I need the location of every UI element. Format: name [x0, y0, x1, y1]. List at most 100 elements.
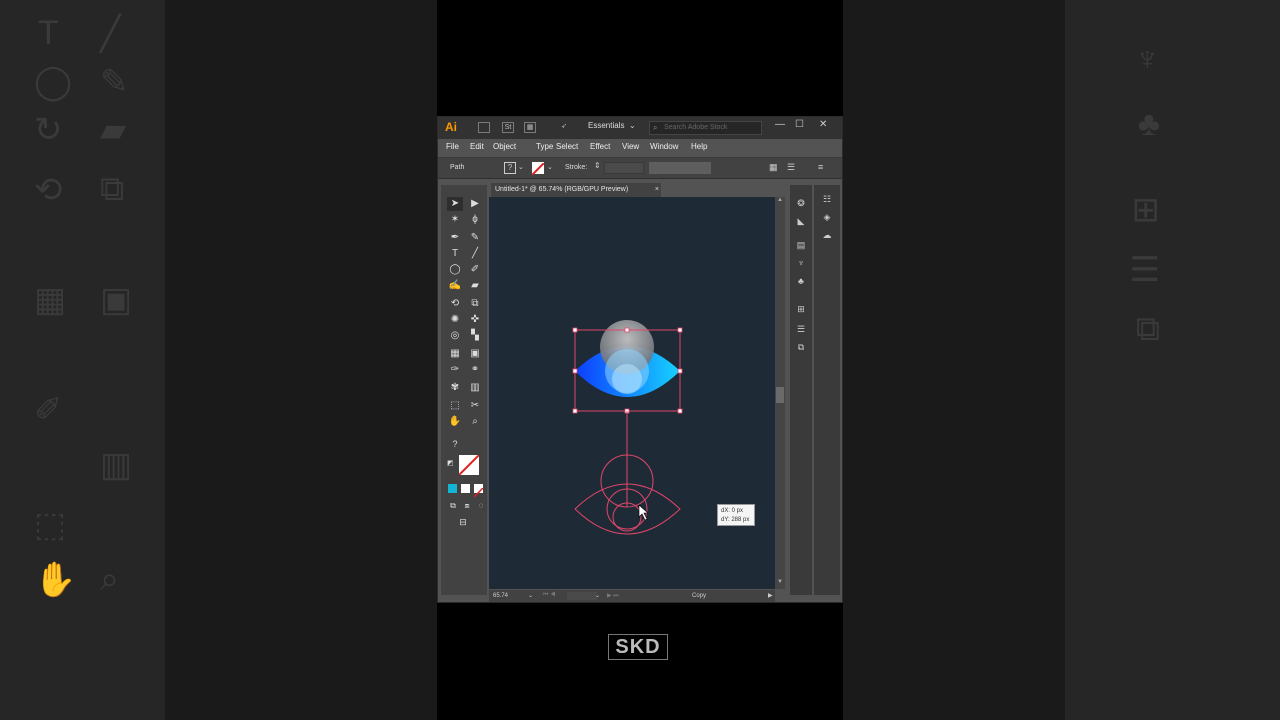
stroke-stepper-icon[interactable]: ⇕ — [594, 161, 601, 170]
zoom-level[interactable]: 65.74 — [493, 593, 508, 599]
tooltip-dx: dX: 0 px — [721, 508, 744, 514]
image-trace-icon[interactable]: ▤ — [794, 239, 808, 251]
fill-stroke-default-label: ? — [452, 439, 458, 449]
status-bar: 65.74 ⌄ ⏮ ◀ ⌄ ▶ ⏭ Copy ▶ — [489, 590, 775, 602]
maximize-icon[interactable]: ☐ — [795, 119, 804, 130]
stroke-panel-icon[interactable]: ◣ — [794, 215, 808, 227]
shape-builder-tool-icon[interactable]: ◎ — [447, 329, 463, 343]
document-tab[interactable]: Untitled-1* @ 65.74% (RGB/GPU Preview) × — [491, 183, 661, 197]
properties-panel-icon[interactable]: ☷ — [820, 193, 834, 205]
selection-tool-icon[interactable]: ➤ — [447, 197, 463, 211]
status-menu-arrow-icon[interactable]: ▶ — [768, 592, 773, 599]
panel-menu-icon[interactable]: ≡ — [818, 162, 823, 172]
close-icon[interactable]: ✕ — [819, 119, 827, 130]
blend-tool-icon[interactable]: ⚭ — [467, 363, 483, 377]
menu-file[interactable]: File — [446, 142, 459, 151]
direct-selection-tool-icon[interactable]: ▶ — [467, 197, 483, 211]
pupil-circle[interactable] — [612, 364, 642, 394]
fill-swatch[interactable]: ? — [504, 162, 516, 174]
ellipse-tool-icon[interactable]: ◯ — [447, 263, 463, 277]
menu-effect[interactable]: Effect — [590, 142, 610, 151]
graph-tool-icon[interactable]: ▥ — [467, 381, 483, 395]
pen-tool-icon[interactable]: ✒ — [447, 231, 463, 245]
chevron-down-icon[interactable]: ⌄ — [518, 163, 524, 171]
shaper-tool-icon[interactable]: ✍ — [447, 279, 463, 293]
gpu-performance-icon[interactable]: ➶ — [558, 122, 570, 133]
chevron-down-icon[interactable]: ⌄ — [629, 121, 636, 130]
type-tool-icon[interactable]: T — [447, 247, 463, 261]
slice-tool-icon[interactable]: ✂ — [467, 399, 483, 413]
draw-inside-icon[interactable]: ◌ — [473, 499, 489, 513]
none-color-icon — [458, 454, 480, 476]
zoom-tool-icon[interactable]: ⌕ — [467, 415, 483, 429]
stroke-swatch[interactable] — [531, 162, 545, 176]
artboard-next-icon[interactable]: ▶ ⏭ — [607, 592, 619, 600]
magic-wand-tool-icon[interactable]: ✶ — [447, 213, 463, 227]
gradient-mode-icon[interactable] — [461, 484, 470, 493]
mesh-tool-icon[interactable]: ▦ — [447, 347, 463, 361]
perspective-tool-icon[interactable]: ▚ — [467, 329, 483, 343]
rotate-tool-icon[interactable]: ⟲ — [447, 297, 463, 311]
eraser-tool-icon[interactable]: ▰ — [467, 279, 483, 293]
align-panel-icon[interactable]: ☰ — [794, 323, 808, 335]
workspace-switcher[interactable]: Essentials — [588, 121, 624, 130]
variable-width-profile[interactable] — [649, 162, 711, 174]
line-tool-icon[interactable]: ╱ — [467, 247, 483, 261]
ghost-zoom-icon: ⌕ — [100, 560, 120, 598]
close-tab-icon[interactable]: × — [655, 183, 659, 197]
symbol-sprayer-tool-icon[interactable]: ✾ — [447, 381, 463, 395]
chevron-down-icon[interactable]: ⌄ — [528, 592, 533, 599]
gradient-tool-icon[interactable]: ▣ — [467, 347, 483, 361]
align-icon[interactable]: ☰ — [787, 162, 795, 173]
screen-mode-icon[interactable]: ⊟ — [455, 515, 471, 529]
paintbrush-tool-icon[interactable]: ✐ — [467, 263, 483, 277]
stock-search-input[interactable]: ⌕ Search Adobe Stock — [649, 121, 762, 135]
artboard-tool-icon[interactable]: ⬚ — [447, 399, 463, 413]
menu-object[interactable]: Object — [493, 142, 516, 151]
layers-panel-icon[interactable]: ◈ — [820, 211, 834, 223]
stock-icon[interactable]: St — [502, 122, 514, 133]
menu-window[interactable]: Window — [650, 142, 678, 151]
stroke-color-box[interactable] — [458, 454, 480, 476]
arrange-icon[interactable]: ▦ — [769, 162, 778, 173]
artboard-nav-icon[interactable]: ⏮ ◀ — [543, 592, 555, 599]
symbols-panel-icon[interactable]: ♣ — [794, 275, 808, 287]
transform-panel-icon[interactable]: ⊞ — [794, 303, 808, 315]
minimize-icon[interactable]: — — [775, 119, 785, 130]
free-transform-tool-icon[interactable]: ✜ — [467, 313, 483, 327]
warp-tool-icon[interactable]: ✺ — [447, 313, 463, 327]
artboard-number-field[interactable] — [567, 592, 597, 600]
curvature-tool-icon[interactable]: ✎ — [467, 231, 483, 245]
menu-view[interactable]: View — [622, 142, 639, 151]
puppet-warp-icon[interactable]: ♆ — [794, 257, 808, 269]
app-logo: Ai — [445, 120, 457, 134]
chevron-down-icon[interactable]: ⌄ — [595, 592, 600, 599]
vertical-scrollbar[interactable]: ▲ ▼ — [775, 197, 785, 589]
artboard-canvas[interactable]: dX: 0 px dY: 288 px — [489, 197, 775, 589]
stroke-weight-field[interactable] — [604, 162, 644, 174]
status-text: Copy — [692, 593, 707, 599]
libraries-panel-icon[interactable]: ☁ — [820, 229, 834, 241]
ghost-pathfinder-icon: ⧉ — [1135, 310, 1160, 348]
menu-type[interactable]: Type — [536, 142, 553, 151]
color-mode-icon[interactable] — [448, 484, 457, 493]
none-mode-icon[interactable] — [473, 484, 484, 498]
ghost-type-icon: T — [38, 14, 59, 52]
scroll-down-icon[interactable]: ▼ — [777, 579, 783, 585]
menu-edit[interactable]: Edit — [470, 142, 484, 151]
hand-tool-icon[interactable]: ✋ — [447, 415, 463, 429]
bridge-icon[interactable] — [478, 122, 490, 133]
lasso-tool-icon[interactable]: ϕ — [467, 213, 483, 227]
menu-help[interactable]: Help — [691, 142, 707, 151]
illustrator-window: Ai St ▦ ➶ Essentials ⌄ ⌕ Search Adobe St… — [437, 116, 843, 603]
scroll-up-icon[interactable]: ▲ — [777, 197, 783, 203]
chevron-down-icon[interactable]: ⌄ — [547, 163, 553, 171]
default-colors-icon[interactable]: ◩ — [447, 459, 454, 467]
eyedropper-tool-icon[interactable]: ✑ — [447, 363, 463, 377]
scale-tool-icon[interactable]: ⧉ — [467, 297, 483, 311]
color-guide-icon[interactable]: ❂ — [794, 197, 808, 209]
scroll-thumb[interactable] — [776, 387, 784, 403]
menu-select[interactable]: Select — [556, 142, 578, 151]
pathfinder-panel-icon[interactable]: ⧉ — [794, 341, 808, 353]
arrange-documents-icon[interactable]: ▦ — [524, 122, 536, 133]
